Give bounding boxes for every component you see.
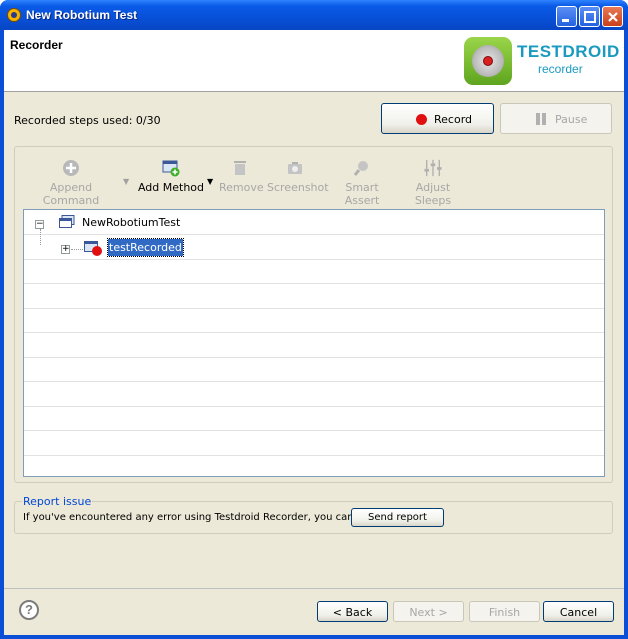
next-button[interactable]: Next > xyxy=(393,601,464,622)
append-command-dropdown-icon[interactable]: ▼ xyxy=(123,177,129,186)
test-tree[interactable]: − NewRobotiumTest + testRecorded xyxy=(23,209,605,477)
add-method-dropdown-icon[interactable]: ▼ xyxy=(207,177,213,186)
test-class-icon xyxy=(59,215,75,228)
camera-icon xyxy=(288,162,302,174)
window-title: New Robotium Test xyxy=(26,8,138,22)
finish-button[interactable]: Finish xyxy=(469,601,540,622)
logo-subtitle: recorder xyxy=(538,62,583,76)
plus-circle-icon xyxy=(63,160,79,176)
cancel-button[interactable]: Cancel xyxy=(543,601,614,622)
dialog-content: Recorder TESTDROID recorder Recorded ste… xyxy=(4,30,624,635)
tree-root-label: NewRobotiumTest xyxy=(82,216,181,229)
append-command-button[interactable]: Append Command xyxy=(29,159,113,207)
minimize-icon xyxy=(562,19,569,22)
record-label: Record xyxy=(434,113,473,126)
trash-icon xyxy=(234,161,246,175)
tree-child-label: testRecorded xyxy=(107,238,184,257)
recorded-method-icon xyxy=(84,241,102,256)
cancel-label: Cancel xyxy=(559,606,598,619)
record-dot-icon xyxy=(416,114,427,125)
close-icon xyxy=(608,12,618,22)
recorder-panel: Append Command ▼ Add Method ▼ Remove Scr… xyxy=(14,146,613,483)
eclipse-gear-icon xyxy=(7,8,21,22)
sliders-icon xyxy=(424,159,442,177)
add-method-label: Add Method xyxy=(137,181,205,194)
tree-row-root[interactable]: − NewRobotiumTest xyxy=(24,211,604,235)
back-label: < Back xyxy=(332,606,373,619)
maximize-icon xyxy=(584,11,596,23)
help-icon[interactable]: ? xyxy=(19,600,39,620)
wizard-header: Recorder TESTDROID recorder xyxy=(4,30,624,92)
maximize-button[interactable] xyxy=(579,6,600,27)
remove-label: Remove xyxy=(219,181,264,194)
pause-icon xyxy=(536,113,546,125)
screenshot-label: Screenshot xyxy=(267,181,329,194)
remove-button[interactable]: Remove xyxy=(219,159,264,194)
smart-assert-button[interactable]: Smart Assert xyxy=(330,159,394,207)
pause-button[interactable]: Pause xyxy=(500,103,612,134)
record-button[interactable]: Record xyxy=(381,103,494,134)
page-title: Recorder xyxy=(10,38,63,52)
screenshot-button[interactable]: Screenshot xyxy=(267,159,329,194)
append-command-label: Append Command xyxy=(42,181,100,207)
footer-separator xyxy=(4,588,624,589)
testdroid-record-icon xyxy=(464,37,512,85)
title-bar[interactable]: New Robotium Test xyxy=(0,0,628,30)
add-method-button[interactable]: Add Method xyxy=(137,159,205,194)
smart-assert-label: Smart Assert xyxy=(344,181,380,207)
close-button[interactable] xyxy=(602,6,623,27)
send-report-label: Send report xyxy=(368,512,427,523)
send-report-button[interactable]: Send report xyxy=(351,508,444,527)
next-label: Next > xyxy=(409,606,448,619)
recorded-steps-label: Recorded steps used: 0/30 xyxy=(14,114,161,127)
add-method-icon xyxy=(162,160,180,177)
expand-icon[interactable]: + xyxy=(61,245,70,254)
logo-text: TESTDROID xyxy=(517,42,620,61)
assert-icon xyxy=(353,161,368,176)
minimize-button[interactable] xyxy=(556,6,577,27)
dialog-window: New Robotium Test Recorder TESTDROID rec… xyxy=(0,0,628,639)
collapse-icon[interactable]: − xyxy=(35,220,44,229)
adjust-sleeps-button[interactable]: Adjust Sleeps xyxy=(399,159,467,207)
finish-label: Finish xyxy=(488,606,521,619)
back-button[interactable]: < Back xyxy=(317,601,388,622)
tree-row-test-recorded[interactable]: + testRecorded xyxy=(24,236,604,260)
report-issue-title: Report issue xyxy=(22,495,93,508)
pause-label: Pause xyxy=(555,113,588,126)
adjust-sleeps-label: Adjust Sleeps xyxy=(414,181,452,207)
testdroid-logo: TESTDROID recorder xyxy=(464,35,619,87)
